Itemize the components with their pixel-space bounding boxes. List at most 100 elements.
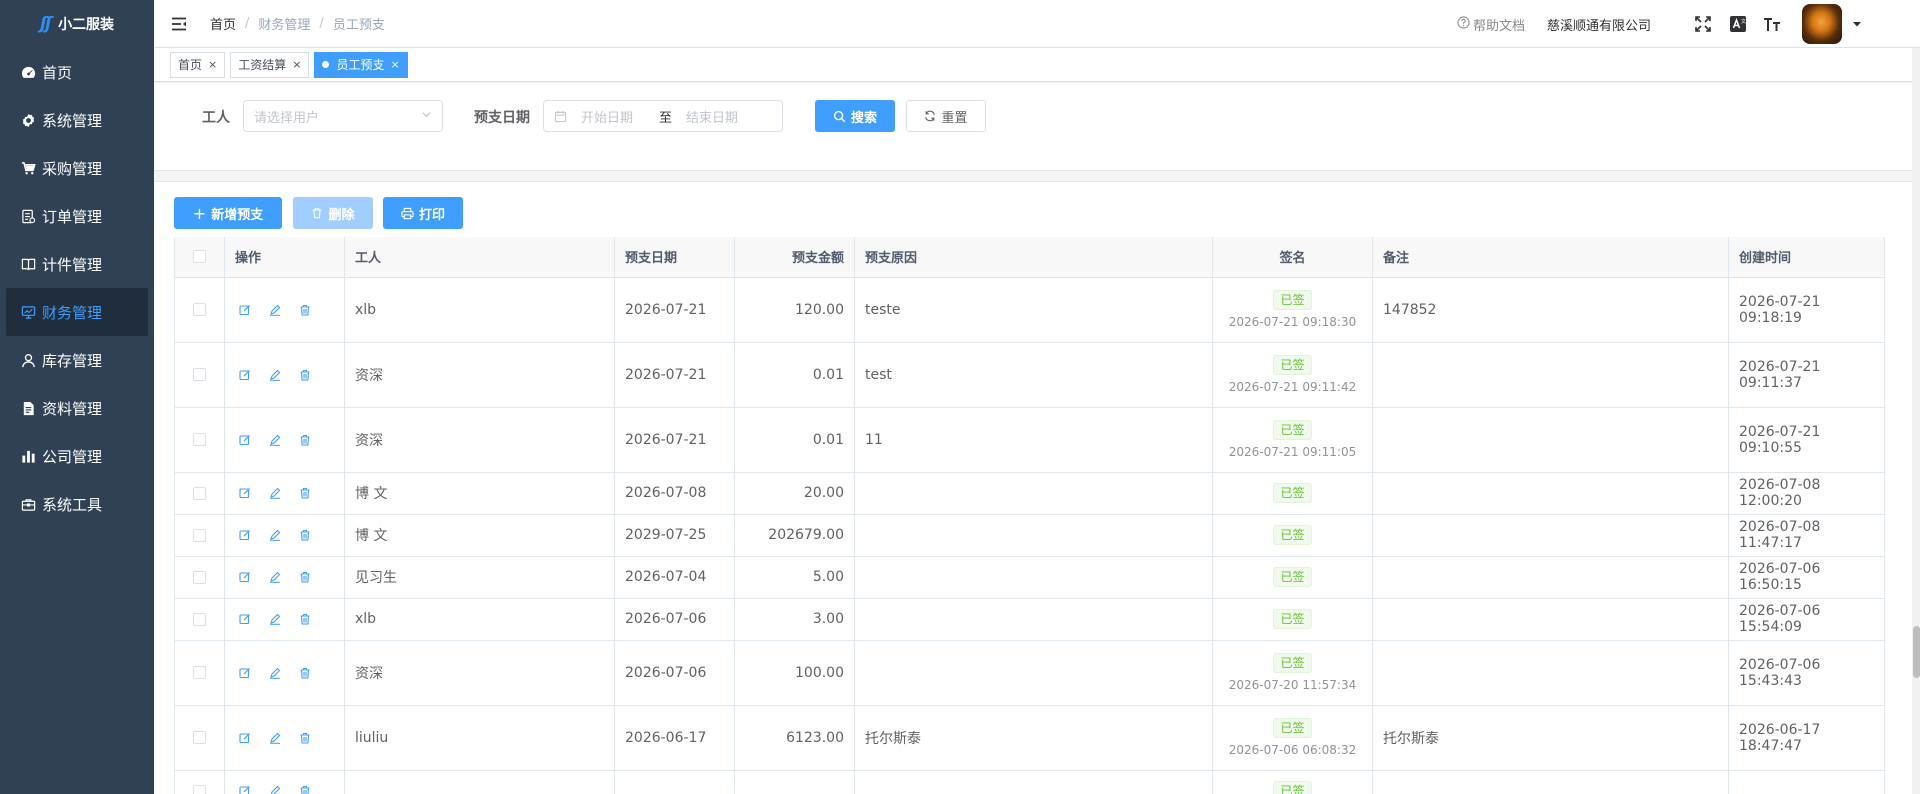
cell-reason [854, 472, 1213, 515]
trash-icon[interactable] [299, 487, 311, 499]
select-all-checkbox[interactable] [174, 237, 225, 278]
edit-icon[interactable] [239, 434, 251, 446]
sidebar-item-purchase[interactable]: 采购管理 [0, 144, 154, 192]
edit-icon[interactable] [239, 304, 251, 316]
row-checkbox[interactable] [174, 277, 225, 343]
row-checkbox[interactable] [174, 472, 225, 515]
edit-icon[interactable] [239, 667, 251, 679]
sign-pen-icon[interactable] [269, 571, 281, 583]
help-docs-label: 帮助文档 [1472, 18, 1525, 34]
sign-pen-icon[interactable] [269, 529, 281, 541]
cell-sign: 已签 2026-07-21 09:11:42 [1212, 342, 1373, 408]
table-row[interactable]: 博 文 2029-07-25 202679.00 已签 2026-07-08 11:47… [174, 514, 1885, 557]
hamburger-icon[interactable] [170, 15, 188, 33]
edit-icon[interactable] [239, 785, 251, 794]
column-header-created[interactable]: 创建时间 [1728, 237, 1885, 278]
sidebar-item-piecework[interactable]: 计件管理 [0, 240, 154, 288]
date-range-picker[interactable]: 开始日期 至 结束日期 [543, 100, 783, 132]
sign-pen-icon[interactable] [269, 487, 281, 499]
edit-icon[interactable] [239, 732, 251, 744]
breadcrumb-home[interactable]: 首页 [210, 14, 236, 33]
trash-icon[interactable] [299, 613, 311, 625]
edit-icon[interactable] [239, 369, 251, 381]
sidebar-item-home[interactable]: 首页 [0, 48, 154, 96]
trash-icon[interactable] [299, 667, 311, 679]
sign-pen-icon[interactable] [269, 434, 281, 446]
close-icon[interactable]: × [208, 58, 217, 71]
row-checkbox[interactable] [174, 556, 225, 599]
table-row[interactable]: 资深 2026-07-21 0.01 test 已签 2026-07-21 09:11:4… [174, 342, 1885, 408]
table-row[interactable]: 见习生 2026-07-04 5.00 已签 2026-07-06 16:50:15 [174, 556, 1885, 599]
table-row[interactable]: xlb 2026-07-21 120.00 teste 已签 2026-07-21 09:… [174, 277, 1885, 343]
page-scrollbar[interactable] [1912, 48, 1920, 794]
edit-icon[interactable] [239, 613, 251, 625]
table-row[interactable]: liuliu 2026-06-17 6123.00 托尔斯泰 已签 2026-07-06 … [174, 705, 1885, 771]
tag-salary[interactable]: 工资结算 × [230, 51, 310, 78]
trash-icon[interactable] [299, 732, 311, 744]
trash-icon[interactable] [299, 571, 311, 583]
sidebar-item-orders[interactable]: 订单管理 [0, 192, 154, 240]
sign-pen-icon[interactable] [269, 667, 281, 679]
reset-button[interactable]: 重置 [906, 100, 986, 132]
close-icon[interactable]: × [292, 58, 301, 71]
print-button[interactable]: 打印 [383, 197, 463, 229]
row-checkbox[interactable] [174, 342, 225, 408]
sidebar-item-materials[interactable]: 资料管理 [0, 384, 154, 432]
sign-pen-icon[interactable] [269, 369, 281, 381]
tag-employee-advance[interactable]: 员工预支 × [314, 51, 408, 78]
sidebar-item-inventory[interactable]: 库存管理 [0, 336, 154, 384]
sidebar-item-finance[interactable]: 财务管理 [6, 288, 148, 336]
add-advance-button[interactable]: + 新增预支 [174, 197, 282, 229]
caret-down-icon[interactable] [1852, 19, 1862, 29]
end-date-input[interactable]: 结束日期 [686, 107, 738, 126]
table-row[interactable]: xlb 2026-07-06 3.00 已签 2026-07-06 15:54:09 [174, 598, 1885, 641]
row-checkbox[interactable] [174, 705, 225, 771]
signed-badge: 已签 [1273, 290, 1312, 310]
table-row[interactable]: 资深 2026-07-21 0.01 11 已签 2026-07-21 09:11:05 2… [174, 407, 1885, 473]
search-button[interactable]: 搜索 [815, 100, 895, 132]
row-checkbox[interactable] [174, 598, 225, 641]
table-row[interactable]: 资深 2026-07-06 100.00 已签 2026-07-20 11:57:34 2… [174, 640, 1885, 706]
close-icon[interactable]: × [390, 58, 399, 71]
edit-icon[interactable] [239, 529, 251, 541]
column-header-amount[interactable]: 预支金额 [734, 237, 855, 278]
delete-button[interactable]: 删除 [293, 197, 373, 229]
start-date-input[interactable]: 开始日期 [581, 107, 653, 126]
trash-icon[interactable] [299, 434, 311, 446]
logo[interactable]: ʃʃ 小二服装 [0, 0, 154, 48]
trash-icon[interactable] [299, 529, 311, 541]
row-checkbox[interactable] [174, 640, 225, 706]
sign-pen-icon[interactable] [269, 785, 281, 794]
scrollbar-thumb[interactable] [1913, 626, 1920, 678]
table-header-row: 操作 工人 预支日期 预支金额 预支原因 签名 备注 创建时间 [174, 237, 1885, 278]
table-row[interactable]: 已签 [174, 770, 1885, 794]
sidebar-item-tools[interactable]: 系统工具 [0, 480, 154, 528]
row-checkbox[interactable] [174, 514, 225, 557]
trash-icon[interactable] [299, 369, 311, 381]
trash-icon[interactable] [299, 304, 311, 316]
sign-pen-icon[interactable] [269, 613, 281, 625]
column-header-worker[interactable]: 工人 [344, 237, 615, 278]
tag-home[interactable]: 首页 × [170, 51, 226, 78]
main-area: 首页 / 财务管理 / 员工预支 帮助文档 慈溪顺通有限公司 文 首页 × 工资… [154, 0, 1920, 794]
table-row[interactable]: 博 文 2026-07-08 20.00 已签 2026-07-08 12:00:20 [174, 472, 1885, 515]
printer-icon [401, 207, 414, 220]
signed-badge: 已签 [1273, 609, 1312, 629]
avatar[interactable] [1802, 4, 1842, 44]
row-checkbox[interactable] [174, 770, 225, 794]
cell-created: 2026-06-17 18:47:47 [1728, 705, 1885, 771]
edit-icon[interactable] [239, 487, 251, 499]
column-header-date[interactable]: 预支日期 [614, 237, 735, 278]
trash-icon[interactable] [299, 785, 311, 794]
sign-pen-icon[interactable] [269, 304, 281, 316]
font-size-icon[interactable] [1762, 14, 1782, 34]
fullscreen-icon[interactable] [1693, 14, 1713, 34]
help-docs-link[interactable]: 帮助文档 [1457, 15, 1525, 34]
sidebar-item-system[interactable]: 系统管理 [0, 96, 154, 144]
edit-icon[interactable] [239, 571, 251, 583]
sign-pen-icon[interactable] [269, 732, 281, 744]
translate-icon[interactable]: 文 [1728, 14, 1748, 34]
sidebar-item-company[interactable]: 公司管理 [0, 432, 154, 480]
worker-select[interactable]: 请选择用户 [243, 100, 443, 132]
row-checkbox[interactable] [174, 407, 225, 473]
